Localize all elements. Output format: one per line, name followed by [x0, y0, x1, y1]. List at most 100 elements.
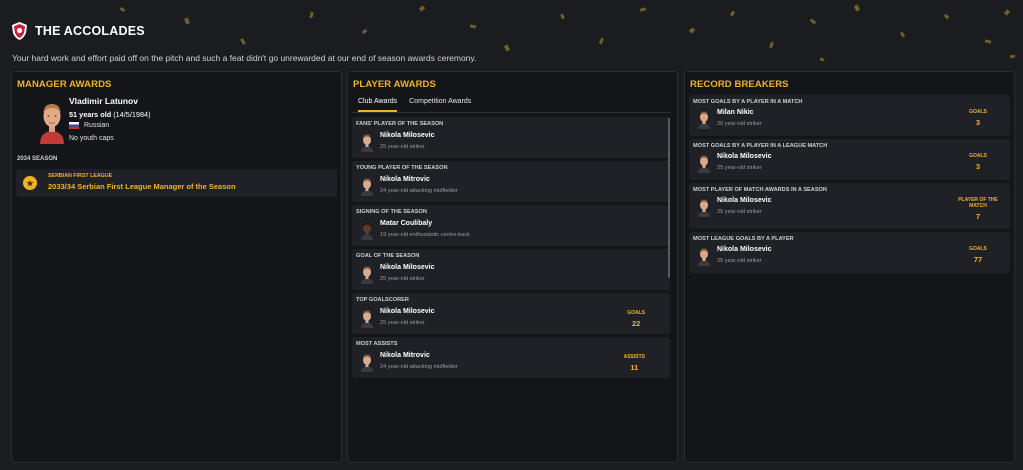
record-category: MOST GOALS BY A PLAYER IN A MATCH — [693, 99, 803, 105]
player-name[interactable]: Nikola Milosevic — [717, 197, 771, 204]
player-avatar[interactable] — [360, 220, 374, 240]
award-category: MOST ASSISTS — [356, 341, 398, 347]
record-category: MOST PLAYER OF MATCH AWARDS IN A SEASON — [693, 187, 827, 193]
award-competition: SERBIAN FIRST LEAGUE — [48, 173, 113, 179]
manager-age-years: 51 years old — [69, 110, 112, 119]
player-avatar[interactable] — [697, 197, 711, 217]
player-avatar[interactable] — [360, 308, 374, 328]
award-category: SIGNING OF THE SEASON — [356, 209, 427, 215]
stat-label: GOALS — [969, 109, 987, 115]
player-avatar[interactable] — [360, 132, 374, 152]
award-card[interactable]: FANS' PLAYER OF THE SEASON Nikola Milosev… — [352, 117, 670, 158]
player-description: 25 year-old striker — [717, 165, 762, 171]
manager-nationality: Russian — [69, 122, 109, 129]
stat-value: 3 — [975, 118, 981, 127]
record-breakers-panel: RECORD BREAKERS MOST GOALS BY A PLAYER I… — [684, 71, 1015, 463]
player-avatar[interactable] — [360, 352, 374, 372]
award-card[interactable]: YOUNG PLAYER OF THE SEASON Nikola Mitrovi… — [352, 161, 670, 202]
tab-club-awards[interactable]: Club Awards — [358, 96, 398, 112]
record-category: MOST LEAGUE GOALS BY A PLAYER — [693, 236, 794, 242]
player-description: 25 year-old striker — [380, 276, 425, 282]
player-avatar[interactable] — [697, 153, 711, 173]
page-subtitle: Your hard work and effort paid off on th… — [12, 53, 477, 63]
player-avatar[interactable] — [697, 246, 711, 266]
player-name[interactable]: Nikola Milosevic — [717, 153, 771, 160]
player-description: 25 year-old striker — [717, 209, 762, 215]
stat-value: 11 — [630, 363, 639, 372]
season-label: 2034 SEASON — [17, 156, 58, 162]
player-name[interactable]: Nikola Milosevic — [380, 264, 434, 271]
award-category: YOUNG PLAYER OF THE SEASON — [356, 165, 448, 171]
stat-label: PLAYER OF THE MATCH — [958, 197, 998, 209]
manager-avatar[interactable] — [37, 99, 67, 144]
player-name[interactable]: Nikola Mitrovic — [380, 176, 430, 183]
player-description: 20 year-old striker — [717, 121, 762, 127]
manager-dob: (14/5/1984) — [113, 110, 151, 119]
award-name: 2033/34 Serbian First League Manager of … — [48, 182, 236, 191]
player-awards-title: PLAYER AWARDS — [353, 79, 436, 90]
stat-label: GOALS — [627, 310, 645, 316]
page-title: THE ACCOLADES — [35, 24, 145, 38]
player-description: 25 year-old striker — [717, 258, 762, 264]
record-card[interactable]: MOST GOALS BY A PLAYER IN A MATCH Milan N… — [689, 95, 1010, 136]
manager-award-card[interactable]: ★ SERBIAN FIRST LEAGUE 2033/34 Serbian F… — [16, 169, 337, 197]
stat-value: 77 — [973, 255, 983, 264]
record-breakers-title: RECORD BREAKERS — [690, 79, 789, 90]
stat-label: GOALS — [969, 246, 987, 252]
player-name[interactable]: Nikola Mitrovic — [380, 352, 430, 359]
record-breakers-list: MOST GOALS BY A PLAYER IN A MATCH Milan N… — [689, 95, 1010, 276]
page-header: THE ACCOLADES — [12, 22, 145, 40]
awards-tabs: Club Awards Competition Awards — [352, 96, 477, 112]
player-avatar[interactable] — [697, 109, 711, 129]
player-name[interactable]: Matar Coulibaly — [380, 220, 432, 227]
award-category: TOP GOALSCORER — [356, 297, 409, 303]
player-avatar[interactable] — [360, 264, 374, 284]
manager-age: 51 years old (14/5/1984) — [69, 110, 151, 119]
confetti-decoration — [0, 0, 1023, 75]
manager-nationality-label: Russian — [84, 122, 110, 129]
award-card[interactable]: GOAL OF THE SEASON Nikola Milosevic 25 yea… — [352, 249, 670, 290]
manager-awards-panel: MANAGER AWARDS Vladimir Latunov 51 years… — [11, 71, 342, 463]
manager-name[interactable]: Vladimir Latunov — [69, 96, 138, 106]
player-description: 25 year-old striker — [380, 320, 425, 326]
player-name[interactable]: Milan Nikic — [717, 109, 754, 116]
record-stat: GOALS 77 — [953, 246, 1003, 264]
award-stat: ASSISTS 11 — [624, 354, 645, 372]
player-awards-panel: PLAYER AWARDS Club Awards Competition Aw… — [347, 71, 678, 463]
stat-value: 22 — [631, 319, 641, 328]
club-shield-icon — [12, 22, 27, 40]
award-card[interactable]: TOP GOALSCORER Nikola Milosevic 25 year-ol… — [352, 293, 670, 334]
award-category: GOAL OF THE SEASON — [356, 253, 420, 259]
stat-label: GOALS — [969, 153, 987, 159]
stat-value: 7 — [975, 212, 981, 221]
record-card[interactable]: MOST GOALS BY A PLAYER IN A LEAGUE MATCH… — [689, 139, 1010, 180]
record-card[interactable]: MOST LEAGUE GOALS BY A PLAYER Nikola Milo… — [689, 232, 1010, 273]
stat-value: 3 — [975, 162, 981, 171]
record-stat: GOALS 3 — [953, 109, 1003, 127]
record-card[interactable]: MOST PLAYER OF MATCH AWARDS IN A SEASON N… — [689, 183, 1010, 229]
player-description: 19 year-old enthusiastic centre-back — [380, 232, 470, 238]
player-name[interactable]: Nikola Milosevic — [380, 308, 434, 315]
record-stat: PLAYER OF THE MATCH 7 — [953, 197, 1003, 221]
player-description: 25 year-old striker — [380, 144, 425, 150]
award-category: FANS' PLAYER OF THE SEASON — [356, 121, 444, 127]
award-card[interactable]: MOST ASSISTS Nikola Mitrovic 24 year-old a… — [352, 337, 670, 378]
medal-icon: ★ — [23, 176, 37, 190]
stat-label: ASSISTS — [623, 354, 645, 360]
player-awards-list[interactable]: FANS' PLAYER OF THE SEASON Nikola Milosev… — [352, 117, 672, 414]
awards-scrollbar[interactable] — [668, 118, 670, 278]
player-description: 24 year-old attacking midfielder — [380, 188, 458, 194]
player-name[interactable]: Nikola Milosevic — [380, 132, 434, 139]
award-card[interactable]: SIGNING OF THE SEASON Matar Coulibaly 19 y… — [352, 205, 670, 246]
tab-competition-awards[interactable]: Competition Awards — [409, 96, 471, 112]
record-category: MOST GOALS BY A PLAYER IN A LEAGUE MATCH — [693, 143, 828, 149]
player-description: 24 year-old attacking midfielder — [380, 364, 458, 370]
player-name[interactable]: Nikola Milosevic — [717, 246, 771, 253]
manager-youth-caps: No youth caps — [69, 135, 114, 142]
award-stat: GOALS 22 — [627, 310, 645, 328]
manager-awards-title: MANAGER AWARDS — [17, 79, 112, 90]
russia-flag-icon — [69, 122, 79, 129]
tabs-divider — [352, 112, 671, 113]
record-stat: GOALS 3 — [953, 153, 1003, 171]
player-avatar[interactable] — [360, 176, 374, 196]
